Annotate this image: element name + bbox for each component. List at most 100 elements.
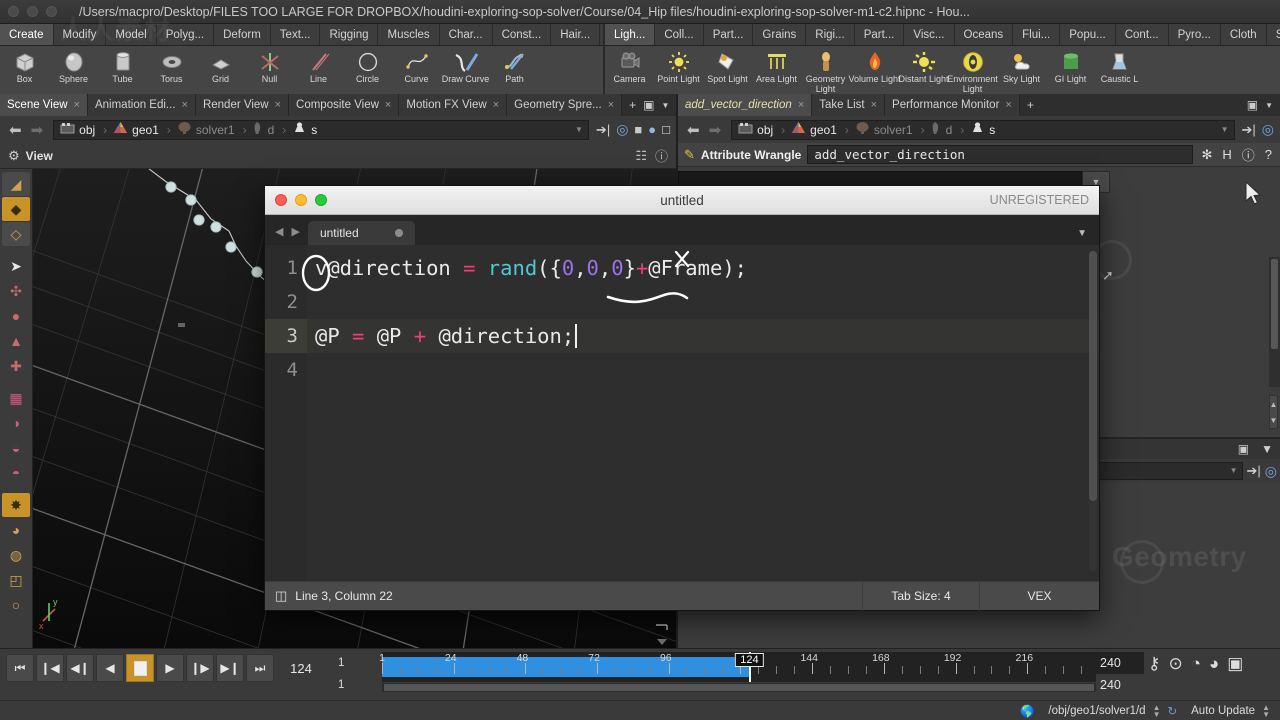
shelf-tab-pyro[interactable]: Pyro... <box>1168 24 1221 45</box>
status-update-mode[interactable]: Auto Update <box>1184 705 1262 717</box>
shelf-tool-area-light[interactable]: Area Light <box>752 48 801 94</box>
play-forwards-button[interactable]: ▶ <box>156 654 184 682</box>
path-dropdown-caret-icon[interactable]: ▼ <box>575 125 583 134</box>
timeline-range-start-fields[interactable]: 1 1 <box>338 652 382 696</box>
shelf-left-tools[interactable]: Box Sphere Tube Torus Grid Null Line Circle Curv… <box>0 46 603 94</box>
window-controls[interactable] <box>0 6 57 17</box>
parameter-scroll-arrows[interactable]: ▲ ▼ <box>1269 395 1278 429</box>
shelf-tool-camera[interactable]: Camera <box>605 48 654 94</box>
path-crumb-geo1[interactable]: geo1 <box>785 121 845 139</box>
playback-start-field[interactable]: 1 <box>338 674 382 696</box>
snap-point-tool[interactable]: ◑ <box>2 411 30 435</box>
code-editor-window[interactable]: untitled UNREGISTERED ◀ ▶ untitled ▼ 1 2 3… <box>264 185 1100 611</box>
shelf-tool-caustic-l[interactable]: Caustic L <box>1095 48 1144 94</box>
shelf-tab-deform[interactable]: Deform <box>214 24 271 45</box>
shelf-tab-cont[interactable]: Cont... <box>1115 24 1169 45</box>
jump-to-end-button[interactable]: ⏭ <box>246 654 274 682</box>
shelf-tool-path[interactable]: Path <box>490 48 539 94</box>
scroll-up-icon[interactable]: ▲ <box>1270 400 1278 409</box>
path-crumb-obj[interactable]: obj <box>732 121 781 139</box>
playhead-frame-label[interactable]: 124 <box>735 653 764 667</box>
shelf-right-tabs[interactable]: Ligh... Coll... Part... Grains Rigi... Part..… <box>605 24 1280 46</box>
shelf-tab-coll[interactable]: Coll... <box>655 24 704 45</box>
shelf-left-tabs[interactable]: Create Modify Model Polyg... Deform Text... Ri… <box>0 24 641 46</box>
shelf-tab-model[interactable]: Model <box>106 24 157 45</box>
viewport-toolbar[interactable]: ◢ ◆ ◇ ➤ ✣ ● ▲ ✚ ▦ ◑ ◒ ◓ ✸ ◕ ◍ ◰ ○ <box>0 169 33 648</box>
pane-menu-caret-icon[interactable]: ▼ <box>661 101 669 110</box>
shelf-tab-visc[interactable]: Visc... <box>904 24 955 45</box>
path-crumb-solver1[interactable]: solver1 <box>171 121 243 139</box>
right-pane-tab-controls[interactable]: ▣ ▼ <box>1240 94 1280 116</box>
playbar-options-icon[interactable]: ▣ <box>1227 654 1243 674</box>
snap-primitive-tool[interactable]: ◒ <box>2 436 30 460</box>
set-key-icon[interactable]: ⚷ <box>1148 654 1160 674</box>
shelf-tool-draw-curve[interactable]: Draw Curve <box>441 48 490 94</box>
editor-status-tabsize[interactable]: Tab Size: 4 <box>862 581 979 611</box>
path-crumb-obj[interactable]: obj <box>54 121 103 139</box>
editor-tab-prev-icon[interactable]: ◀ <box>275 225 283 238</box>
pane-tab-render-view[interactable]: Render View × <box>195 94 290 116</box>
shelf-tool-sky-light[interactable]: Sky Light <box>997 48 1046 94</box>
path-crumb-d[interactable]: d <box>247 121 283 139</box>
shelf-tool-gi-light[interactable]: GI Light <box>1046 48 1095 94</box>
network-path-caret-icon[interactable]: ▼ <box>1230 466 1238 475</box>
snap-multi-tool[interactable]: ◓ <box>2 461 30 485</box>
jump-to-start-button[interactable]: ⏮ <box>6 654 34 682</box>
network-layout-icon[interactable]: ▣ <box>1234 442 1253 456</box>
shelf-tool-point-light[interactable]: Point Light <box>654 48 703 94</box>
shelf-tool-box[interactable]: Box <box>0 48 49 94</box>
right-pane-tabbar[interactable]: add_vector_direction × Take List × Performan… <box>676 94 1280 116</box>
close-icon[interactable]: × <box>385 99 391 111</box>
network-menu-caret-icon[interactable]: ▼ <box>1257 442 1277 456</box>
status-update-mode-stepper[interactable]: ▲ ▼ <box>1262 703 1280 718</box>
network-target-icon[interactable]: ◎ <box>1265 463 1277 480</box>
shelf-tab-polyg[interactable]: Polyg... <box>156 24 215 45</box>
select-tool[interactable]: ➤ <box>2 254 30 278</box>
right-path-forward-icon[interactable]: ➡ <box>706 121 725 139</box>
view-geometry-mode-tool[interactable]: ◆ <box>2 197 30 221</box>
maximize-window-icon[interactable] <box>46 6 57 17</box>
shelf-tab-cloth[interactable]: Cloth <box>1220 24 1267 45</box>
shelf-tab-rigging[interactable]: Rigging <box>320 24 379 45</box>
pane-tab-composite-view[interactable]: Composite View × <box>289 94 400 116</box>
editor-code-lines[interactable]: v@direction = rand({0, 0, 0} + @Frame); @P = … <box>307 245 1099 581</box>
pane-layout-icon[interactable]: ▣ <box>643 98 654 112</box>
right-target-icon[interactable]: ◎ <box>1262 121 1274 138</box>
shelf-tool-circle[interactable]: Circle <box>343 48 392 94</box>
pane-tab-performance-monitor[interactable]: Performance Monitor × <box>885 94 1020 116</box>
code-line[interactable] <box>307 285 1099 319</box>
pane-layout-icon[interactable]: ▣ <box>1247 98 1258 112</box>
close-icon[interactable]: × <box>74 99 80 111</box>
editor-tab-next-icon[interactable]: ▶ <box>291 225 299 238</box>
shelf-tool-tube[interactable]: Tube <box>98 48 147 94</box>
path-back-icon[interactable]: ⬅ <box>6 121 25 139</box>
shading-mode-tool[interactable]: ◕ <box>2 518 30 542</box>
code-line[interactable]: v@direction = rand({0, 0, 0} + @Frame); <box>307 251 1099 285</box>
transport-controls[interactable]: ⏮ ❙◀ ◀❙ ◀ ▶ ❙▶ ▶❙ ⏭ <box>6 654 274 682</box>
shelf-right-tools[interactable]: Camera Point Light Spot Light Area Light Geo… <box>605 46 1280 94</box>
viewport-help-icon[interactable]: ⓘ <box>655 146 668 165</box>
status-globe-icon[interactable]: 🌎 <box>1013 704 1041 718</box>
network-pin-icon[interactable]: ➔| <box>1247 463 1261 479</box>
stop-button[interactable] <box>126 654 154 682</box>
shelf-tab-const[interactable]: Const... <box>492 24 552 45</box>
shelf-tab-part[interactable]: Part... <box>854 24 905 45</box>
view-menu-icon[interactable]: ⚙ <box>8 148 20 164</box>
close-icon[interactable]: × <box>275 99 281 111</box>
shelf-tool-spot-light[interactable]: Spot Light <box>703 48 752 94</box>
pane-tab-add-vector-direction[interactable]: add_vector_direction × <box>678 94 813 116</box>
view-menu-label[interactable]: View <box>26 149 53 163</box>
shelf-tool-environment-light[interactable]: Environment Light <box>947 48 998 94</box>
shelf-tab-popu[interactable]: Popu... <box>1060 24 1116 45</box>
shelf-tool-null[interactable]: Null <box>245 48 294 94</box>
viewport-snapshot-icon[interactable]: □ <box>662 122 670 137</box>
shelf-tool-curve[interactable]: Curve <box>392 48 441 94</box>
step-forward-button[interactable]: ❙▶ <box>186 654 214 682</box>
left-path-field[interactable]: obj › geo1 › solver1 › d › s ▼ <box>53 119 589 140</box>
help-icon[interactable]: ? <box>1263 147 1274 162</box>
rotate-tool[interactable]: ● <box>2 304 30 328</box>
path-forward-icon[interactable]: ➡ <box>28 121 47 139</box>
camera-tool[interactable]: ◍ <box>2 543 30 567</box>
shelf-tool-grid[interactable]: Grid <box>196 48 245 94</box>
material-tool[interactable]: ○ <box>2 593 30 617</box>
